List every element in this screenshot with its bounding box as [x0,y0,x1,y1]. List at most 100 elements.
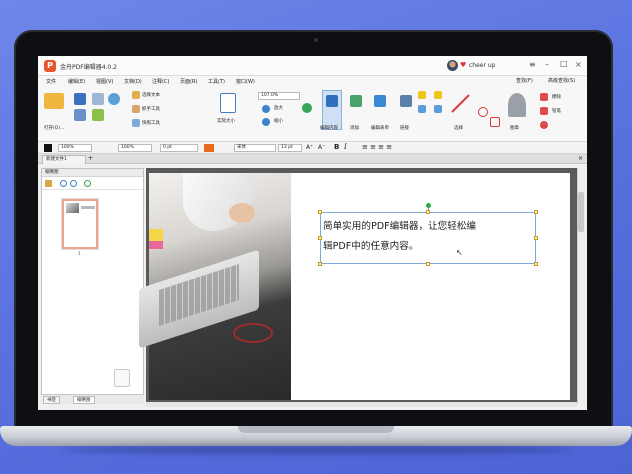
zoom-out-label[interactable]: 缩小 [274,118,283,124]
share-icon[interactable] [92,109,104,121]
resize-handle[interactable] [318,262,322,266]
menu-comment[interactable]: 注释(C) [152,78,169,85]
eraser-icon[interactable] [540,93,548,101]
font-size-select[interactable]: 13 pt [278,144,302,152]
width-select[interactable]: 100% [118,144,152,152]
menu-window[interactable]: 窗口(W) [236,78,255,85]
menu-icon[interactable]: ≡ [529,60,536,69]
menu-file[interactable]: 文件 [46,78,56,85]
text-line: 简单实用的PDF编辑器，让您轻松编 [323,221,477,232]
italic-icon[interactable]: I [344,143,347,151]
zoom-select[interactable]: 107.0% [258,92,300,100]
resize-handle[interactable] [318,210,322,214]
app-title: 金舟PDF编辑器4.0.2 [60,64,117,71]
save-icon[interactable] [74,93,86,105]
font-select[interactable]: 宋体 [234,144,276,152]
tab-bookmarks[interactable]: 书签 [43,396,60,404]
text-icon[interactable] [434,105,442,113]
snapshot-label[interactable]: 快照工具 [142,120,160,126]
rotate-icon[interactable] [302,103,312,113]
close-icon[interactable]: × [575,60,582,69]
links-label[interactable]: 链接 [400,125,409,131]
thumbnail-text [81,206,95,209]
grow-font-icon[interactable]: A⁺ [306,144,313,151]
rotation-handle[interactable] [426,203,431,208]
hand-tool-icon[interactable] [132,105,140,113]
highlight-icon[interactable] [418,91,426,99]
email-icon[interactable] [92,93,104,105]
edit-content-label[interactable]: 编辑内容 [320,125,338,131]
eraser-label[interactable]: 擦除 [552,94,561,100]
note-icon[interactable] [434,91,442,99]
menu-edit[interactable]: 编辑(E) [68,78,85,85]
menu-tools[interactable]: 工具(T) [208,78,225,85]
zoom-out-icon[interactable] [262,118,270,126]
tab-thumbnails[interactable]: 缩略图 [73,396,95,404]
select-label[interactable]: 选择 [454,125,463,131]
edit-form-icon[interactable] [374,95,386,107]
underline-icon[interactable] [418,105,426,113]
pen-label[interactable]: 铅笔 [552,108,561,114]
link-icon[interactable] [400,95,412,107]
select-text-label[interactable]: 选择文本 [142,92,160,98]
text-color-swatch[interactable] [204,144,214,152]
zoom-in-icon[interactable] [262,105,270,113]
actual-size-icon[interactable] [220,93,236,113]
menu-bar: 文件 编辑(E) 视图(V) 文档(D) 注释(C) 页面(R) 工具(T) 窗… [38,76,587,87]
zoom-in-label[interactable]: 放大 [274,105,283,111]
resize-handle[interactable] [426,262,430,266]
line-tool-icon[interactable] [451,94,470,113]
menu-page[interactable]: 页面(R) [180,78,197,85]
bold-icon[interactable]: B [334,143,339,151]
maximize-icon[interactable]: □ [560,59,568,68]
select-text-icon[interactable] [132,91,140,99]
advanced-find-link[interactable]: 高级查找(S) [548,77,575,84]
thumb-zoom-in-icon[interactable] [60,180,67,187]
menu-view[interactable]: 视图(V) [96,78,113,85]
hand-tool-label[interactable]: 抓手工具 [142,106,160,112]
thumb-rotate-icon[interactable] [84,180,91,187]
stamp-label[interactable]: 图章 [510,125,519,131]
print-icon[interactable] [74,109,86,121]
scrollbar-thumb[interactable] [578,192,584,232]
thumb-options-icon[interactable] [45,180,52,187]
thumbnail-panel: 缩略图 1 [41,168,144,404]
add-icon[interactable] [350,95,362,107]
open-label[interactable]: 打开(O)... [44,125,64,131]
find-link[interactable]: 查找(F) [516,77,533,84]
open-folder-icon[interactable] [44,93,64,109]
edit-form-label[interactable]: 编辑表单 [371,125,389,131]
resize-handle[interactable] [318,236,322,240]
fill-color-swatch[interactable] [44,144,52,152]
undo-icon[interactable] [108,93,120,105]
title-bar: P 金舟PDF编辑器4.0.2 ♥ cheer up ≡ – □ × [38,56,587,76]
resize-handle[interactable] [534,262,538,266]
user-avatar[interactable] [447,60,458,71]
horizontal-scrollbar[interactable] [146,402,577,407]
rectangle-icon[interactable] [490,117,500,127]
page-thumbnail[interactable] [62,199,98,249]
new-tab-icon[interactable]: + [88,155,93,162]
resize-handle[interactable] [426,210,430,214]
align-icon[interactable]: ≡ ≡ ≡ ≡ [362,143,392,151]
snapshot-icon[interactable] [132,119,140,127]
pen-icon[interactable] [540,107,548,115]
document-text[interactable]: 简单实用的PDF编辑器，让您轻松编 辑PDF中的任意内容。 [323,217,535,256]
ellipse-icon[interactable] [478,107,488,117]
menu-document[interactable]: 文档(D) [124,78,142,85]
opacity-select[interactable]: 100% [58,144,92,152]
user-name[interactable]: cheer up [469,62,495,69]
page-photo[interactable] [139,173,291,400]
tab-document[interactable]: 新建文件1 [42,155,86,164]
stamp-icon[interactable] [508,93,526,117]
close-tab-icon[interactable]: × [578,155,583,162]
shrink-font-icon[interactable]: A⁻ [318,144,325,151]
pdf-page[interactable]: 简单实用的PDF编辑器，让您轻松编 辑PDF中的任意内容。 ↖ [139,173,570,400]
delete-icon[interactable] [540,121,548,129]
add-label[interactable]: 添加 [350,125,359,131]
thumb-zoom-out-icon[interactable] [70,180,77,187]
stroke-select[interactable]: 0 pt [160,144,198,152]
resize-handle[interactable] [534,210,538,214]
minimize-icon[interactable]: – [545,60,549,69]
actual-size-label[interactable]: 实际大小 [217,118,235,124]
